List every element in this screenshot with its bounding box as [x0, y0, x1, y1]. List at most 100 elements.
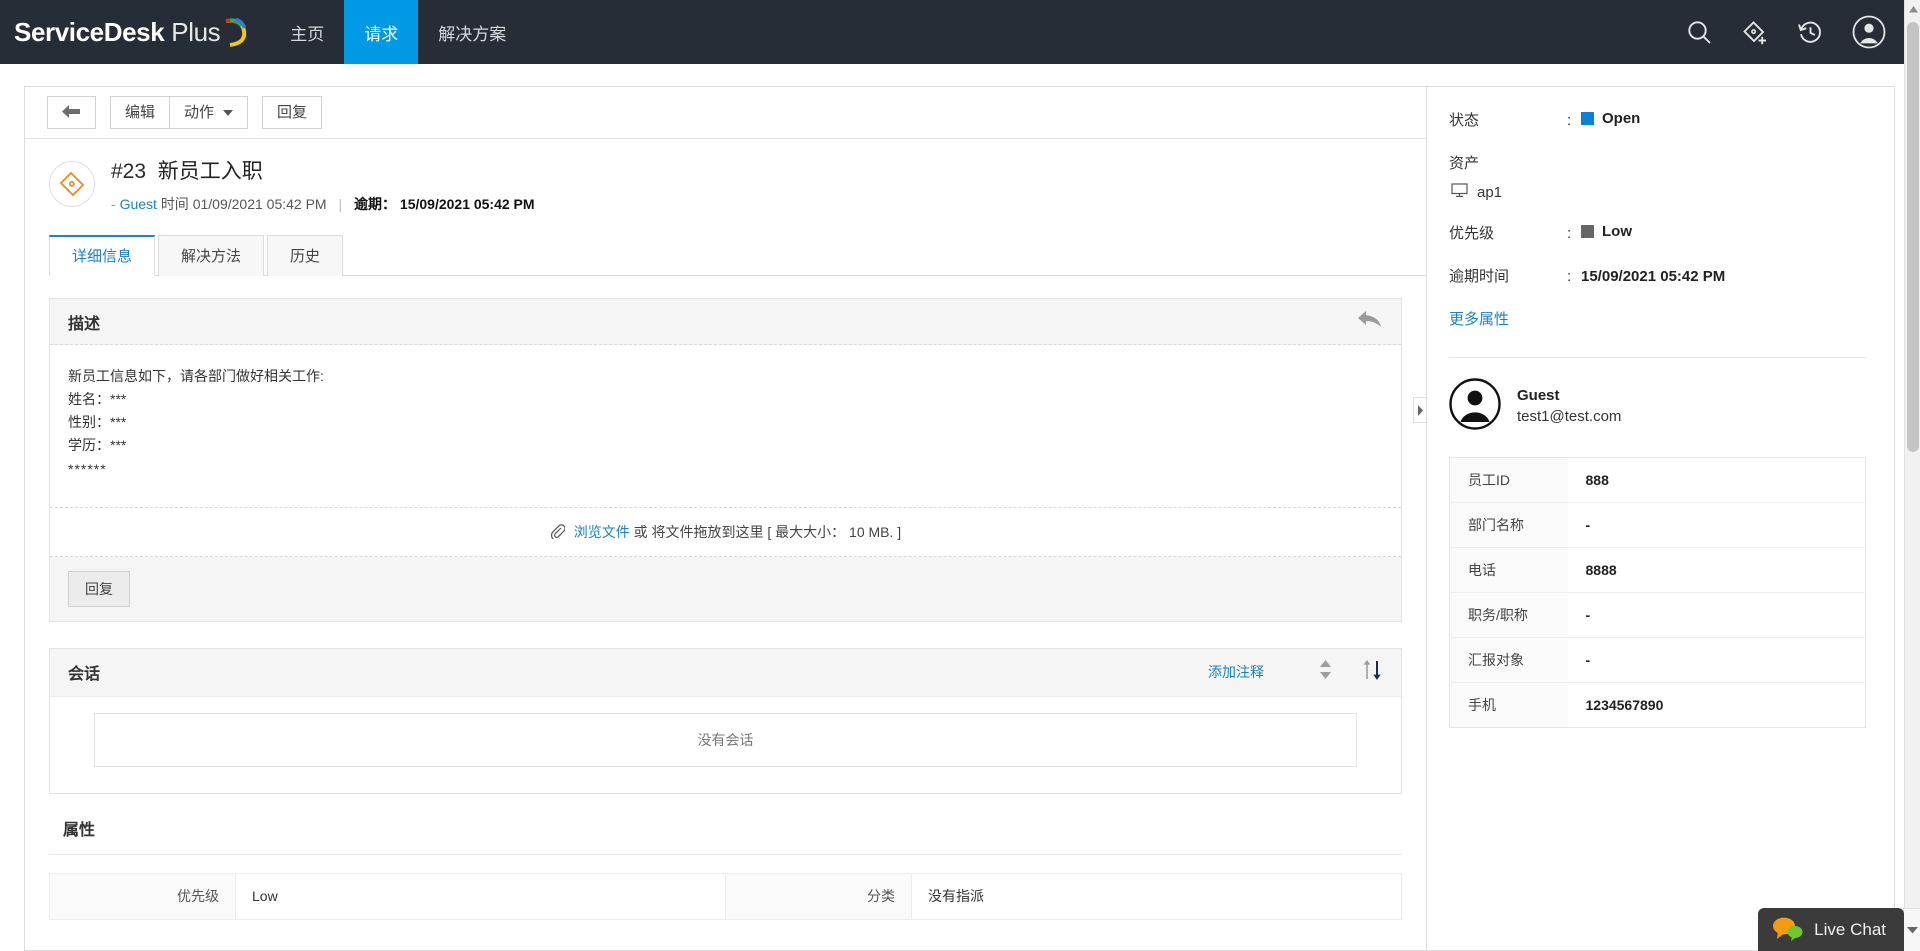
employee-value-reportsto: -	[1567, 637, 1866, 683]
logo-swoosh-icon	[222, 17, 248, 47]
property-label-category: 分类	[725, 872, 912, 920]
employee-details-table: 员工ID 888 部门名称 - 电话 8888 职务/职称 - 汇报对象 - 手…	[1449, 457, 1866, 728]
tab-details[interactable]: 详细信息	[49, 235, 156, 277]
back-button[interactable]	[47, 96, 96, 129]
employee-value-jobtitle: -	[1567, 592, 1866, 638]
asset-item[interactable]: ap1	[1449, 183, 1866, 202]
overdue-colon: :	[1567, 268, 1572, 285]
overdue-time-value: 15/09/2021 05:42 PM	[1581, 268, 1726, 285]
paperclip-icon	[550, 523, 569, 541]
description-header-label: 描述	[68, 315, 101, 333]
history-icon[interactable]	[1797, 19, 1824, 46]
status-color-swatch	[1581, 112, 1594, 125]
avatar	[1449, 378, 1501, 433]
table-row: 汇报对象 -	[1449, 637, 1866, 683]
table-row: 员工ID 888	[1449, 457, 1866, 503]
file-upload-row: 浏览文件 或 将文件拖放到这里 [ 最大大小： 10 MB. ]	[50, 507, 1401, 557]
table-row: 优先级 Low 分类 没有指派	[49, 872, 1402, 920]
upload-size-label: [ 最大大小： 10 MB. ]	[767, 523, 902, 540]
tab-details-label: 详细信息	[72, 248, 133, 266]
add-note-link[interactable]: 添加注释	[1208, 662, 1264, 682]
description-line-1: 新员工信息如下，请各部门做好相关工作:	[68, 368, 324, 385]
conversation-tools: 添加注释	[1208, 659, 1383, 686]
ticket-type-icon	[49, 161, 95, 207]
main-column: 编辑 动作 回复 #23 新员工入职 - Guest 时间 01/09/2021…	[25, 87, 1427, 950]
actions-dropdown-button[interactable]: 动作	[169, 96, 249, 129]
sidebar-collapse-handle[interactable]	[1413, 397, 1426, 423]
page-title: #23 新员工入职	[111, 159, 535, 184]
sidebar-field-asset: 资产 ap1	[1449, 152, 1866, 202]
properties-header: 属性	[63, 821, 96, 839]
asset-label: 资产	[1449, 155, 1480, 172]
scrollbar-thumb[interactable]	[1907, 22, 1919, 452]
add-ticket-icon[interactable]	[1741, 19, 1769, 46]
reply-button[interactable]: 回复	[68, 570, 130, 607]
requester-name: Guest	[1517, 386, 1560, 404]
livechat-panel-edge[interactable]	[1903, 908, 1920, 951]
conversation-panel-header: 会话 添加注释	[50, 648, 1401, 697]
properties-section: 属性 优先级 Low 分类 没有指派	[49, 816, 1402, 920]
live-chat-widget[interactable]: Live Chat	[1758, 908, 1904, 951]
user-profile-icon[interactable]	[1852, 15, 1886, 49]
nav-item-home[interactable]: 主页	[270, 0, 344, 64]
priority-color-swatch	[1581, 225, 1594, 238]
status-label: 状态	[1449, 112, 1480, 129]
reply-arrow-icon[interactable]	[1357, 310, 1383, 333]
app-logo[interactable]: ServiceDesk Plus	[0, 0, 270, 64]
ticket-overdue-value: 15/09/2021 05:42 PM	[399, 196, 535, 213]
sidebar-inner: 状态 : Open 资产 ap1 优先级: Low 逾期时间: 15/09/…	[1427, 87, 1894, 728]
employee-key-department: 部门名称	[1449, 502, 1568, 548]
reply-row: 回复	[50, 556, 1401, 621]
nav-right-icons	[1686, 0, 1920, 64]
table-row: 电话 8888	[1449, 547, 1866, 593]
page-scrollbar[interactable]	[1904, 0, 1920, 951]
chat-bubbles-icon	[1772, 915, 1804, 944]
employee-value-id: 888	[1567, 457, 1866, 503]
meta-dash: -	[111, 196, 116, 213]
ticket-sidebar: 状态 : Open 资产 ap1 优先级: Low 逾期时间: 15/09/…	[1427, 87, 1894, 950]
description-line-5: ******	[68, 460, 107, 477]
property-value-category: 没有指派	[911, 872, 1402, 920]
status-colon: :	[1567, 112, 1572, 129]
employee-key-mobile: 手机	[1449, 682, 1568, 728]
sort-order-icon[interactable]	[1361, 659, 1383, 686]
expand-collapse-icon[interactable]	[1318, 659, 1333, 685]
table-row: 手机 1234567890	[1449, 682, 1866, 728]
edit-button[interactable]: 编辑	[110, 96, 170, 129]
description-panel: 描述 新员工信息如下，请各部门做好相关工作: 姓名：*** 性别：*** 学历：…	[49, 298, 1402, 622]
ticket-meta: - Guest 时间 01/09/2021 05:42 PM | 逾期： 15/…	[111, 194, 535, 214]
reply-toolbar-button[interactable]: 回复	[262, 96, 323, 129]
status-badge: Open	[1581, 110, 1640, 127]
details-tab-content: 描述 新员工信息如下，请各部门做好相关工作: 姓名：*** 性别：*** 学历：…	[25, 276, 1426, 950]
nav-items: 主页 请求 解决方案	[270, 0, 526, 64]
employee-value-department: -	[1567, 502, 1866, 548]
status-value: Open	[1602, 110, 1641, 127]
scroll-up-arrow-icon[interactable]	[1905, 0, 1920, 18]
tab-history[interactable]: 历史	[267, 235, 344, 277]
table-row: 部门名称 -	[1449, 502, 1866, 548]
requester-card: Guest test1@test.com	[1449, 378, 1866, 433]
ticket-header: #23 新员工入职 - Guest 时间 01/09/2021 05:42 PM…	[25, 139, 1426, 214]
employee-value-mobile: 1234567890	[1585, 697, 1664, 713]
edit-actions-group: 编辑 动作	[110, 96, 249, 129]
more-properties-link[interactable]: 更多属性	[1449, 308, 1509, 329]
nav-item-solutions[interactable]: 解决方案	[418, 0, 526, 64]
ticket-header-text: #23 新员工入职 - Guest 时间 01/09/2021 05:42 PM…	[111, 159, 535, 214]
sidebar-field-overdue: 逾期时间 : 15/09/2021 05:42 PM	[1449, 265, 1866, 286]
conversation-header-label: 会话	[68, 666, 101, 684]
tab-resolution[interactable]: 解决方法	[158, 235, 265, 277]
upload-drop-label: 将文件拖放到这里	[651, 523, 764, 540]
top-navigation-bar: ServiceDesk Plus 主页 请求 解决方案	[0, 0, 1920, 64]
property-label-priority: 优先级	[49, 872, 236, 920]
ticket-requester-link[interactable]: Guest	[120, 196, 157, 212]
ticket-id: #23	[111, 160, 147, 183]
brand-name-light: Plus	[171, 16, 221, 47]
upload-or-label: 或	[633, 523, 648, 540]
search-icon[interactable]	[1686, 19, 1713, 46]
browse-files-link[interactable]: 浏览文件	[574, 524, 630, 540]
nav-item-requests[interactable]: 请求	[344, 0, 419, 64]
properties-divider	[49, 853, 1402, 855]
ticket-created-at: 01/09/2021 05:42 PM	[192, 196, 327, 213]
conversation-panel: 会话 添加注释 没有会话	[49, 647, 1402, 794]
ticket-overdue-label: 逾期：	[354, 196, 397, 213]
